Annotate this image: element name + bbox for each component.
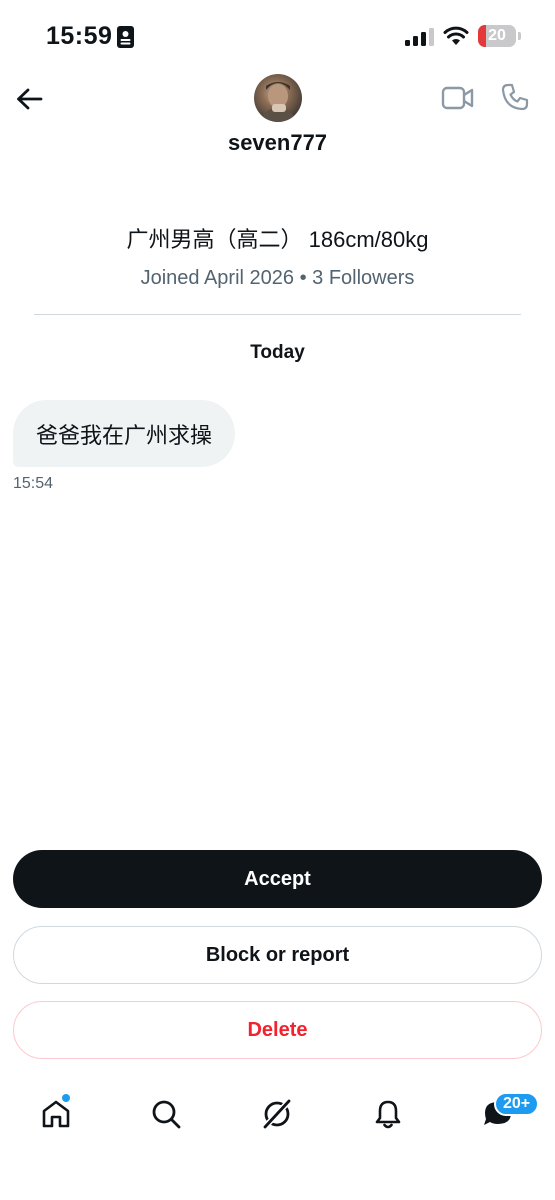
header-username: seven777 bbox=[227, 130, 328, 155]
phone-call-button[interactable] bbox=[500, 82, 530, 112]
nav-search[interactable] bbox=[146, 1094, 186, 1134]
nav-grok[interactable] bbox=[257, 1094, 297, 1134]
block-or-report-button[interactable]: Block or report bbox=[13, 926, 542, 984]
divider bbox=[34, 314, 521, 315]
avatar-photo bbox=[260, 82, 296, 122]
date-separator: Today bbox=[250, 342, 305, 363]
back-arrow-icon bbox=[17, 88, 43, 110]
bottom-nav: 20+ bbox=[0, 1080, 555, 1150]
profile-bio: 广州男高（高二） 186cm/80kg bbox=[126, 227, 429, 252]
accept-button[interactable]: Accept bbox=[13, 850, 542, 908]
id-card-icon bbox=[117, 26, 134, 48]
nav-notifications[interactable] bbox=[368, 1094, 408, 1134]
back-button[interactable] bbox=[12, 82, 46, 116]
status-bar: 15:59 20 bbox=[0, 0, 555, 70]
video-call-button[interactable] bbox=[441, 84, 475, 112]
avatar[interactable] bbox=[254, 74, 302, 122]
home-icon bbox=[42, 1100, 70, 1128]
battery-cap bbox=[518, 32, 521, 40]
phone-icon bbox=[501, 83, 529, 111]
message-bubble[interactable]: 爸爸我在广州求操 bbox=[13, 400, 236, 467]
battery-icon: 20 bbox=[478, 25, 516, 47]
video-camera-icon bbox=[441, 86, 474, 110]
notifications-icon bbox=[375, 1100, 401, 1129]
wifi-icon bbox=[443, 26, 469, 45]
dm-request-screen: 15:59 20 seven777 广州男高（高二） 186cm/80kg Jo… bbox=[0, 0, 555, 1200]
status-time: 15:59 bbox=[46, 22, 113, 50]
grok-icon bbox=[261, 1097, 293, 1131]
message-timestamp: 15:54 bbox=[13, 475, 54, 492]
delete-button[interactable]: Delete bbox=[13, 1001, 542, 1059]
battery-level: 20 bbox=[488, 27, 506, 44]
messages-badge: 20+ bbox=[494, 1092, 540, 1116]
nav-home[interactable] bbox=[36, 1094, 76, 1134]
search-icon bbox=[152, 1100, 181, 1129]
home-notification-dot bbox=[62, 1094, 70, 1102]
profile-meta: Joined April 2026 • 3 Followers bbox=[140, 267, 415, 289]
cellular-signal-icon bbox=[405, 28, 434, 46]
